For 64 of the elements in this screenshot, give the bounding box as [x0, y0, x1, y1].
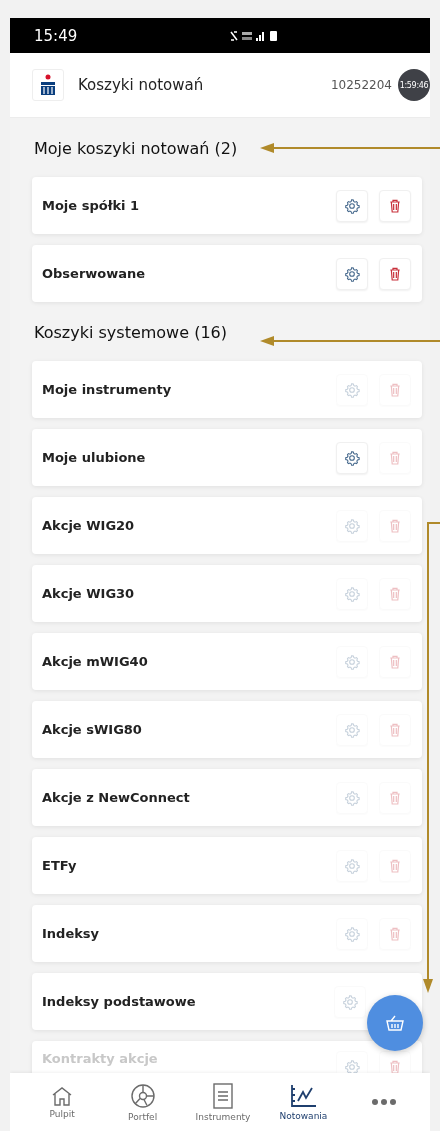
trash-icon — [387, 721, 403, 738]
settings-icon — [344, 265, 360, 282]
more-icon — [370, 1098, 397, 1106]
settings-icon — [344, 585, 360, 602]
section-heading: Koszyki systemowe (16) — [34, 323, 227, 343]
settings-button[interactable] — [336, 441, 368, 474]
pie-chart-icon — [129, 1082, 156, 1109]
page-title: Koszyki notowań — [78, 76, 205, 94]
trash-icon — [387, 925, 403, 942]
settings-icon — [344, 925, 360, 942]
basket-card[interactable]: Indeksy podstawowe — [32, 973, 422, 1030]
trash-icon — [387, 789, 403, 806]
nav-tab[interactable]: Notowania — [263, 1073, 344, 1131]
trash-icon — [387, 1059, 403, 1073]
basket-card[interactable]: Obserwowane — [32, 245, 422, 302]
delete-button[interactable] — [379, 189, 411, 222]
basket-name: Indeksy — [42, 926, 101, 941]
trash-icon — [387, 265, 403, 282]
trash-icon — [387, 197, 403, 214]
basket-card[interactable]: Moje ulubione — [32, 429, 422, 486]
line-chart-icon — [289, 1083, 318, 1108]
trash-icon — [387, 381, 403, 398]
trash-icon — [387, 857, 403, 874]
trash-icon — [387, 517, 403, 534]
status-time: 15:49 — [34, 26, 78, 45]
home-icon — [51, 1085, 74, 1106]
basket-name: Obserwowane — [42, 266, 147, 281]
basket-name: Indeksy podstawowe — [42, 994, 197, 1009]
basket-card[interactable]: Moje spółki 1 — [32, 177, 422, 234]
nav-tab[interactable]: Instrumenty — [182, 1073, 264, 1131]
settings-icon — [344, 517, 360, 534]
settings-icon — [344, 449, 360, 466]
section-heading: Moje koszyki notowań (2) — [34, 139, 238, 159]
basket-name: Moje spółki 1 — [42, 198, 141, 213]
settings-icon — [342, 993, 358, 1010]
delete-button[interactable] — [379, 257, 411, 290]
trash-icon — [387, 653, 403, 670]
basket-name: Akcje z NewConnect — [42, 790, 191, 805]
bank-logo — [39, 74, 57, 96]
settings-icon — [344, 857, 360, 874]
settings-icon — [344, 721, 360, 738]
basket-name: Akcje mWIG40 — [42, 654, 149, 669]
settings-icon — [344, 381, 360, 398]
basket-name: Akcje sWIG80 — [42, 722, 143, 737]
basket-name: Moje instrumenty — [42, 382, 173, 397]
settings-icon — [344, 789, 360, 806]
basket-name: Akcje WIG30 — [42, 586, 136, 601]
settings-icon — [344, 197, 360, 214]
settings-icon — [344, 653, 360, 670]
basket-name: Akcje WIG20 — [42, 518, 136, 533]
account-number: 10252204 — [330, 78, 392, 92]
session-timer: 1:59:46 — [398, 69, 430, 101]
nav-tab[interactable]: Portfel — [102, 1073, 183, 1131]
basket-icon — [386, 1015, 404, 1031]
settings-button[interactable] — [336, 189, 368, 222]
nav-tab[interactable]: Pulpit — [22, 1073, 103, 1131]
trash-icon — [387, 585, 403, 602]
settings-icon — [344, 1059, 360, 1073]
basket-name: ETFy — [42, 858, 78, 873]
list-icon — [212, 1082, 234, 1109]
settings-button[interactable] — [336, 257, 368, 290]
status-icons — [230, 29, 280, 42]
trash-icon — [387, 449, 403, 466]
basket-name: Moje ulubione — [42, 450, 147, 465]
